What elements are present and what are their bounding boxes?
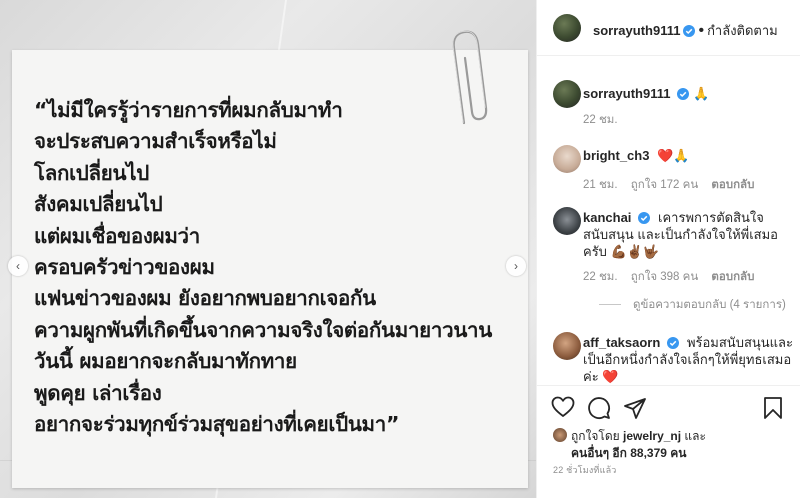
divider [599,304,621,306]
comment-time: 22 ชม. [583,114,618,126]
bookmark-icon[interactable] [763,396,783,420]
quote-line: จะประสบความสำเร็จหรือไม่ [34,129,277,154]
share-icon[interactable] [623,396,647,420]
comment-text: bright_ch3 ❤️🙏 [583,147,800,164]
comment-text: aff_taksaorn พร้อมสนับสนุนและเป็นอีกหนึ่… [583,334,800,385]
separator-dot: • [698,22,705,39]
comment-body: ❤️🙏 [657,148,690,163]
comment-username[interactable]: sorrayuth9111 [583,86,670,101]
username-link[interactable]: sorrayuth9111 [593,23,680,38]
chevron-left-icon[interactable]: ‹ [8,256,28,276]
verified-icon [677,88,690,100]
avatar[interactable] [553,145,581,173]
verified-icon [638,212,651,224]
comment-text: sorrayuth9111 🙏 [583,85,800,102]
following-button[interactable]: กำลังติดตาม [707,23,778,38]
header-user: sorrayuth9111 • กำลังติดตาม [593,20,778,41]
quote-line: สังคมเปลี่ยนไป [34,192,163,217]
comment-meta: 21 ชม. ถูกใจ 172 คน ตอบกลับ [583,176,764,194]
comment-username[interactable]: kanchai [583,210,631,225]
comment-username[interactable]: bright_ch3 [583,148,649,163]
post-header: sorrayuth9111 • กำลังติดตาม [537,0,800,56]
reply-button[interactable]: ตอบกลับ [711,271,754,283]
avatar[interactable] [553,80,581,108]
quote-line: ความผูกพันที่เกิดขึ้นจากความจริงใจต่อกัน… [34,317,492,342]
avatar[interactable] [553,332,581,360]
comment: aff_taksaorn พร้อมสนับสนุนและเป็นอีกหนึ่… [553,332,800,384]
action-bar [537,385,800,425]
quote-line: แฟนข่าวของผม ยังอยากพบอยากเจอกัน [34,286,376,311]
verified-icon [667,337,680,349]
likes-count-link[interactable]: คนอื่นๆ อีก 88,379 คน [571,446,687,460]
post-image: “ไม่มีใครรู้ว่ารายการที่ผมกลับมาทำ จะประ… [0,0,536,498]
quote-line: วันนี้ ผมอยากจะกลับมาทักทาย [34,349,297,374]
likes-text: ถูกใจโดย jewelry_nj และ คนอื่นๆ อีก 88,3… [571,428,800,462]
quote-line: พูดคุย เล่าเรื่อง [34,380,162,405]
quote-text: “ไม่มีใครรู้ว่ารายการที่ผมกลับมาทำ จะประ… [34,95,524,440]
paperclip-icon [452,30,488,125]
quote-line: แต่ผมเชื่อของผมว่า [34,223,200,248]
comment-likes[interactable]: ถูกใจ 398 คน [631,271,698,283]
chevron-right-icon[interactable]: › [506,256,526,276]
comment-username[interactable]: aff_taksaorn [583,335,660,350]
avatar[interactable] [553,428,567,442]
quote-line: โลกเปลี่ยนไป [34,160,149,185]
view-replies-button[interactable]: ดูข้อความตอบกลับ (4 รายการ) [599,296,786,314]
post-timestamp[interactable]: 22 ชั่วโมงที่แล้ว [553,463,617,477]
comment-time: 22 ชม. [583,271,618,283]
comment-meta: 22 ชม. ถูกใจ 398 คน ตอบกลับ [583,268,764,286]
comment-text: kanchai เคารพการตัดสินใจ สนับสนุน และเป็… [583,209,800,260]
comment-time: 21 ชม. [583,179,618,191]
comment-icon[interactable] [587,396,611,420]
view-replies-label: ดูข้อความตอบกลับ (4 รายการ) [633,299,786,311]
verified-icon [683,25,696,37]
comment-body: 🙏 [693,86,710,101]
liker-username[interactable]: jewelry_nj [623,429,681,443]
reply-button[interactable]: ตอบกลับ [711,179,754,191]
avatar[interactable] [553,14,581,42]
quote-line: อยากจะร่วมทุกข์ร่วมสุขอย่างที่เคยเป็นมา” [34,412,400,437]
avatar[interactable] [553,207,581,235]
post-sidebar: sorrayuth9111 • กำลังติดตาม sorrayuth9111 … [536,0,800,498]
comment-likes[interactable]: ถูกใจ 172 คน [631,179,698,191]
caption: sorrayuth9111 🙏 22 ชม. [553,80,800,130]
comment: bright_ch3 ❤️🙏 21 ชม. ถูกใจ 172 คน ตอบกล… [553,145,800,195]
heart-icon[interactable] [551,396,575,418]
likes-and: และ [684,429,706,443]
comment-meta: 22 ชม. [583,111,628,129]
quote-line: ครอบครัวข่าวของผม [34,255,215,280]
comment: kanchai เคารพการตัดสินใจ สนับสนุน และเป็… [553,207,800,293]
likes-prefix: ถูกใจโดย [571,429,620,443]
